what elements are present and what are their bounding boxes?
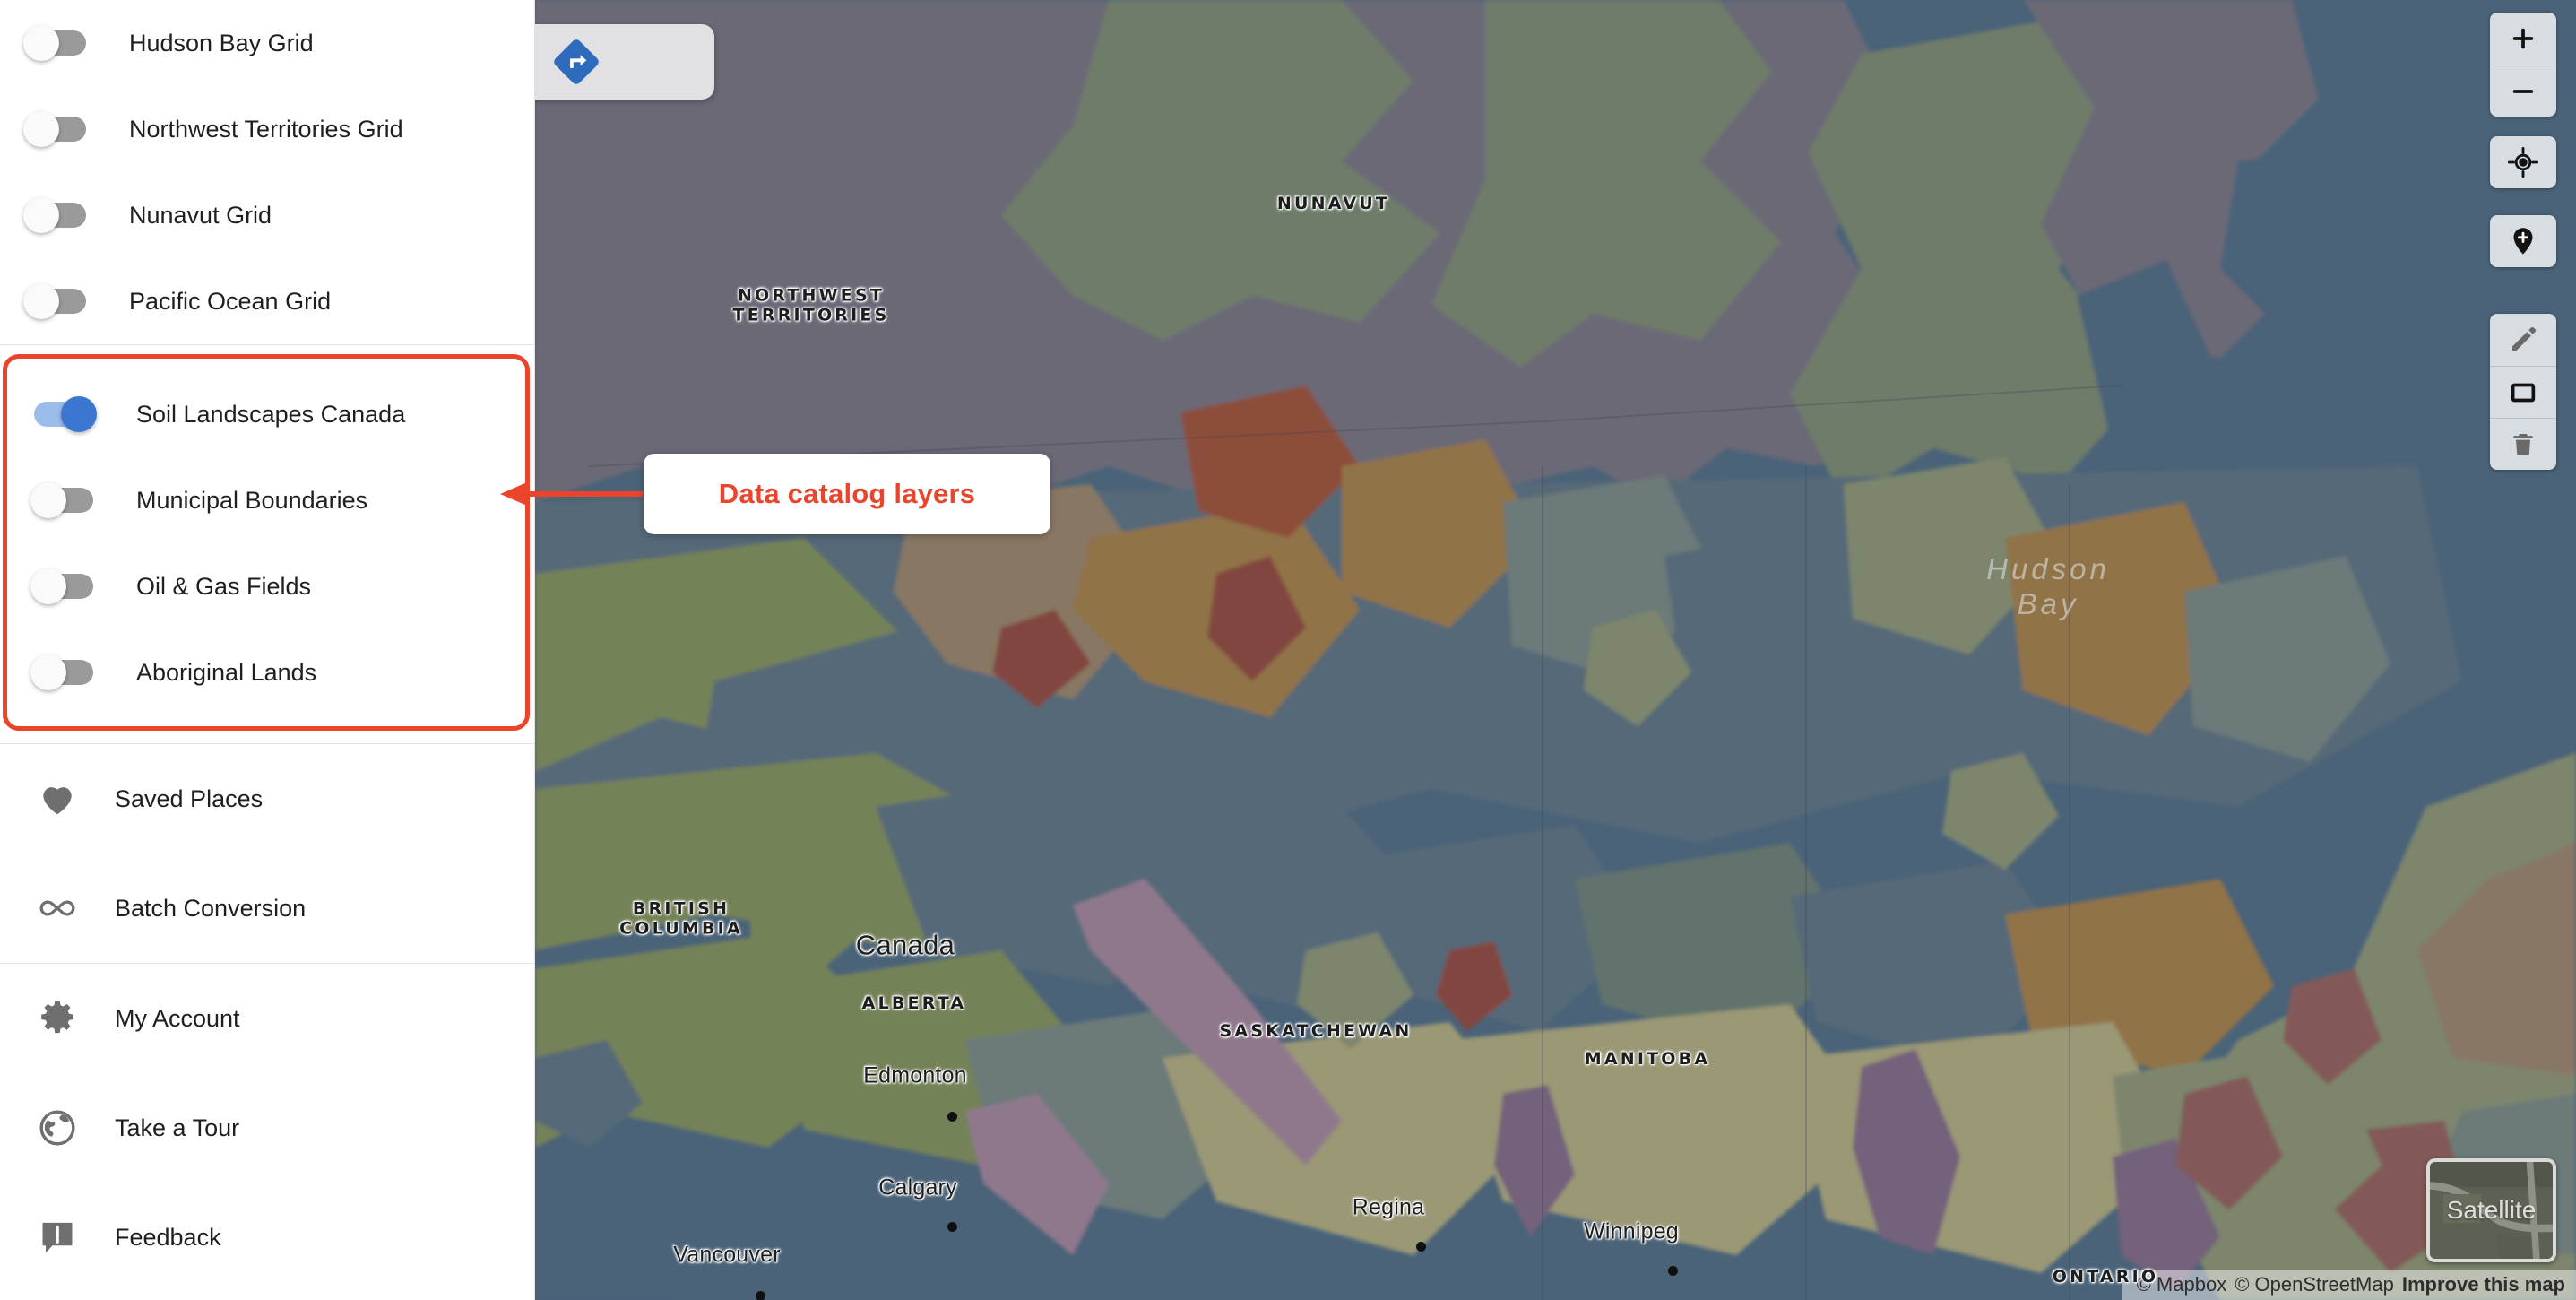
layer-label: Pacific Ocean Grid [129, 288, 331, 316]
callout-arrow [498, 478, 649, 510]
sidebar-item-feedback[interactable]: Feedback [0, 1183, 534, 1292]
grid-layers-section: Hudson Bay Grid Northwest Territories Gr… [0, 0, 534, 344]
grid-layer-row[interactable]: Northwest Territories Grid [0, 86, 534, 172]
layer-toggle-switch[interactable] [34, 488, 93, 513]
layer-label: Northwest Territories Grid [129, 116, 403, 143]
map-tiles [535, 0, 2576, 1300]
sidebar-item-label: My Account [115, 1005, 240, 1033]
sidebar-item-label: Batch Conversion [115, 895, 306, 923]
layer-label: Nunavut Grid [129, 202, 272, 230]
layer-label: Aboriginal Lands [136, 659, 316, 687]
app-root: Satellite © Mapbox © OpenStreetMap Impro… [0, 0, 2576, 1300]
toggle-thumb [61, 396, 97, 432]
layer-toggle-switch[interactable] [27, 30, 86, 56]
grid-layer-row[interactable]: Pacific Ocean Grid [0, 258, 534, 344]
toggle-thumb [23, 25, 59, 61]
map-viewport[interactable]: Satellite © Mapbox © OpenStreetMap Impro… [535, 0, 2576, 1300]
callout-label: Data catalog layers [719, 478, 975, 510]
map-attribution: © Mapbox © OpenStreetMap Improve this ma… [2122, 1270, 2576, 1300]
globe-icon [34, 1105, 81, 1151]
tools-section: Saved Places Batch Conversion [0, 744, 534, 963]
add-marker-icon[interactable] [2490, 215, 2556, 267]
locate-icon[interactable] [2490, 136, 2556, 188]
catalog-layer-row[interactable]: Municipal Boundaries [7, 457, 525, 543]
layer-toggle-switch[interactable] [27, 117, 86, 142]
layer-label: Soil Landscapes Canada [136, 401, 405, 429]
sidebar-item-label: Take a Tour [115, 1114, 239, 1142]
zoom-controls[interactable] [2490, 13, 2556, 117]
search-bar[interactable] [535, 24, 714, 100]
osm-attribution[interactable]: © OpenStreetMap [2235, 1273, 2394, 1296]
sidebar-item-saved-places[interactable]: Saved Places [0, 744, 534, 854]
layer-toggle-switch[interactable] [27, 289, 86, 314]
directions-icon[interactable] [535, 39, 625, 85]
draw-controls[interactable] [2490, 314, 2556, 470]
layer-label: Municipal Boundaries [136, 487, 367, 515]
toggle-thumb [30, 568, 66, 604]
trash-icon[interactable] [2490, 418, 2556, 470]
catalog-layer-row[interactable]: Oil & Gas Fields [7, 543, 525, 629]
partial-icon [34, 1296, 81, 1300]
sidebar-item-take-a-tour[interactable]: Take a Tour [0, 1073, 534, 1183]
heart-icon [34, 776, 81, 822]
toggle-thumb [23, 197, 59, 233]
satellite-label: Satellite [2447, 1196, 2537, 1225]
sidebar-divider-1 [0, 344, 534, 345]
grid-layer-row[interactable]: Nunavut Grid [0, 172, 534, 258]
layer-toggle-switch[interactable] [27, 203, 86, 228]
zoom-out-button[interactable] [2490, 65, 2556, 117]
catalog-layer-row[interactable]: Soil Landscapes Canada [7, 371, 525, 457]
toggle-thumb [30, 482, 66, 518]
toggle-thumb [23, 111, 59, 147]
sidebar-item-label: Saved Places [115, 785, 263, 813]
improve-map-link[interactable]: Improve this map [2402, 1273, 2565, 1296]
mapbox-attribution[interactable]: © Mapbox [2137, 1273, 2227, 1296]
square-icon[interactable] [2490, 366, 2556, 418]
layer-toggle-switch[interactable] [34, 402, 93, 427]
grid-layer-row[interactable]: Hudson Bay Grid [0, 0, 534, 86]
layer-label: Hudson Bay Grid [129, 30, 314, 57]
toggle-thumb [30, 654, 66, 690]
callout-data-catalog-layers: Data catalog layers [644, 454, 1050, 534]
feedback-icon [34, 1214, 81, 1261]
toggle-thumb [23, 283, 59, 319]
layer-toggle-switch[interactable] [34, 660, 93, 685]
sidebar-item-my-account[interactable]: My Account [0, 964, 534, 1073]
satellite-basemap-toggle[interactable]: Satellite [2426, 1158, 2556, 1262]
zoom-in-button[interactable] [2490, 13, 2556, 65]
layer-label: Oil & Gas Fields [136, 573, 311, 601]
sidebar-item-batch-conversion[interactable]: Batch Conversion [0, 854, 534, 963]
gear-icon [34, 995, 81, 1042]
catalog-layer-row[interactable]: Aboriginal Lands [7, 629, 525, 715]
account-section: My Account Take a Tour Feedback [0, 964, 534, 1292]
infinity-icon [34, 885, 81, 932]
sidebar-item-label: Feedback [115, 1224, 221, 1252]
sidebar-panel[interactable]: Hudson Bay Grid Northwest Territories Gr… [0, 0, 535, 1300]
layer-toggle-switch[interactable] [34, 574, 93, 599]
locate-controls[interactable] [2490, 136, 2556, 188]
data-catalog-layers-group[interactable]: Soil Landscapes Canada Municipal Boundar… [3, 354, 530, 731]
sidebar-item-partial[interactable] [0, 1292, 534, 1300]
pencil-icon[interactable] [2490, 314, 2556, 366]
add-marker-control[interactable] [2490, 215, 2556, 267]
